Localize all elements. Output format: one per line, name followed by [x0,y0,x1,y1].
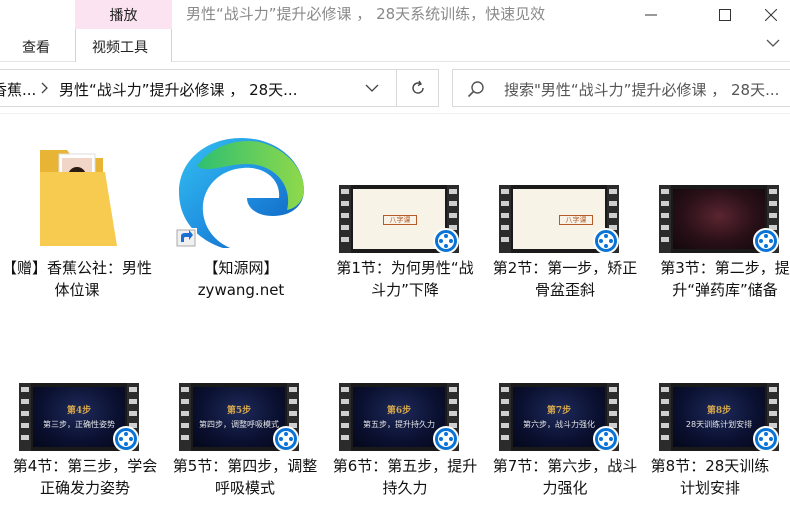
minimize-button[interactable] [628,0,674,29]
item-label: 【知源网】zywang.net [197,259,285,299]
ribbon: 查看 视频工具 [0,29,790,62]
video-file-icon [433,426,459,452]
video-file-icon [593,228,619,254]
item-label: 第7节：第六步，战斗力强化 [492,457,638,497]
edge-browser-icon [161,128,321,252]
video-subtitle-text: 第六步，战斗力强化 [523,420,595,429]
video-item[interactable]: 第4步 第三步，正确性姿势 第4节：第三步，学会正确发力姿势 [5,326,165,523]
video-item[interactable]: 八字课 第1节：为何男性“战斗力”下降 [325,128,485,328]
breadcrumb-parent[interactable]: 香蕉... [0,79,36,100]
video-file-icon [113,426,139,452]
address-bar[interactable]: 香蕉... 男性“战斗力”提升必修课 ， 28天... [0,69,397,107]
item-label: 第4节：第三步，学会正确发力姿势 [12,457,158,497]
video-file-icon [273,426,299,452]
video-subtitle-text: 第四步，调整呼吸模式 [199,420,279,429]
video-banner: 八字课 [383,215,417,225]
video-subtitle-text: 28天训练计划安排 [685,420,753,429]
item-label: 第6节：第五步，提升持久力 [332,457,478,497]
video-subtitle-text: 第三步，正确性姿势 [43,420,115,429]
search-box[interactable]: 搜索"男性“战斗力”提升必修课 ， 28天... [452,69,790,107]
item-label: 第3节：第二步，提升“弹药库”储备 [660,259,790,299]
navigation-bar: 香蕉... 男性“战斗力”提升必修课 ， 28天... 搜索"男性“战斗力”提升… [0,62,790,114]
video-item[interactable]: 第8步 28天训练计划安排 第8节：28天训练计划安排 [630,326,790,523]
video-item[interactable]: 第3节：第二步，提升“弹药库”储备 [645,128,790,328]
video-title-text: 第8步 [706,406,732,416]
maximize-button[interactable] [702,0,748,29]
chevron-right-icon[interactable] [41,82,49,94]
window-title: 男性“战斗力”提升必修课 ， 28天系统训练，快速见效 [186,5,546,23]
folder-item[interactable]: 【赠】香蕉公社：男性体位课 [0,128,157,328]
refresh-icon [411,80,424,94]
tab-video-tools[interactable]: 视频工具 [92,37,148,57]
item-label: 第8节：28天训练计划安排 [650,457,770,497]
folder-icon [0,128,157,248]
video-item[interactable]: 八字课 第2节：第一步，矫正骨盆歪斜 [485,128,645,328]
video-item[interactable]: 第5步 第四步，调整呼吸模式 第5节：第四步，调整呼吸模式 [165,326,325,523]
video-file-icon [753,426,779,452]
title-bar: 播放 男性“战斗力”提升必修课 ， 28天系统训练，快速见效 [0,0,790,29]
maximize-icon [719,8,731,21]
item-label: 第2节：第一步，矫正骨盆歪斜 [492,259,638,299]
refresh-button[interactable] [397,69,439,107]
minimize-icon [645,14,657,15]
video-file-icon [753,228,779,254]
video-item[interactable]: 第6步 第五步，提升持久力 第6节：第五步，提升持久力 [325,326,485,523]
video-item[interactable]: 第7步 第六步，战斗力强化 第7节：第六步，战斗力强化 [485,326,645,523]
chevron-down-icon[interactable] [365,84,379,93]
video-banner: 八字课 [559,215,593,225]
video-title-text: 第6步 [386,406,412,416]
item-label: 第5节：第四步，调整呼吸模式 [172,457,318,497]
tab-view[interactable]: 查看 [22,37,50,57]
chevron-down-icon[interactable] [766,38,780,48]
shortcut-item[interactable]: 【知源网】zywang.net [161,128,321,328]
search-input[interactable]: 搜索"男性“战斗力”提升必修课 ， 28天... [504,79,779,100]
search-icon [467,81,484,98]
video-title-text: 第4步 [66,406,92,416]
video-title-text: 第7步 [546,406,572,416]
tab-play[interactable]: 播放 [75,5,172,25]
video-file-icon [593,426,619,452]
item-label: 【赠】香蕉公社：男性体位课 [2,259,153,299]
video-title-text: 第5步 [226,406,252,416]
close-icon [765,8,777,21]
breadcrumb-current[interactable]: 男性“战斗力”提升必修课 ， 28天... [59,79,297,100]
video-file-icon [433,228,459,254]
close-button[interactable] [748,0,790,29]
video-subtitle-text: 第五步，提升持久力 [363,420,435,429]
item-label: 第1节：为何男性“战斗力”下降 [336,259,474,299]
